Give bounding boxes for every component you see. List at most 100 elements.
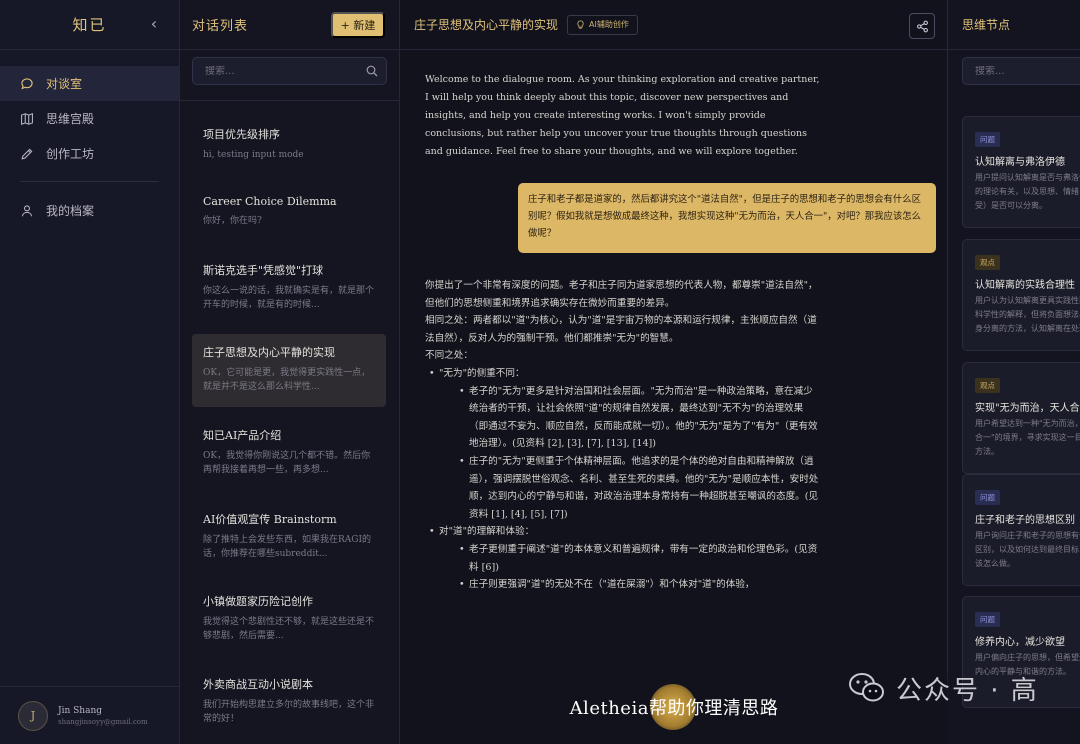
list-item: 老子的"无为"更多是针对治国和社会层面。"无为而治"是一种政治策略，意在减少统治… bbox=[459, 383, 820, 453]
user-profile[interactable]: J Jin Shang shangjinsoyy@gmail.com bbox=[0, 686, 179, 744]
sidebar-nav: 对谈室 思维宫殿 创作工坊 我的档案 bbox=[0, 50, 179, 228]
conversation-title: 小镇做题家历险记创作 bbox=[203, 595, 313, 608]
node-search bbox=[962, 57, 1080, 85]
sidebar-item-profile[interactable]: 我的档案 bbox=[0, 193, 179, 228]
conversation-item[interactable]: 知已AI产品介绍 OK，我觉得你刚说这几个都不错。然后你再帮我接着再想一些，再多… bbox=[192, 417, 386, 490]
conversation-list-title: 对话列表 bbox=[192, 19, 249, 34]
node-title: 认知解离的实践合理性 bbox=[975, 280, 1075, 291]
sidebar-item-label: 创作工坊 bbox=[46, 147, 95, 161]
node-text: 用户认为认知解离更具实践性而非科学性的解释，但将负面想法与自身分离的方法，认知解… bbox=[975, 296, 1080, 333]
conversation-item[interactable]: 斯诺克选手"凭感觉"打球 你这么一说的话，我就确实是有，就是那个开车的时候，就是… bbox=[192, 252, 386, 325]
conversation-search bbox=[192, 57, 387, 85]
share-icon bbox=[916, 20, 928, 32]
thought-nodes-header: 思维节点 bbox=[948, 0, 1080, 50]
node-tag: 观点 bbox=[975, 378, 1000, 393]
ai-assist-badge: AI辅助创作 bbox=[567, 14, 638, 35]
conversation-title: 知已AI产品介绍 bbox=[203, 429, 282, 442]
node-title: 修养内心，减少欲望 bbox=[975, 637, 1065, 648]
sidebar-item-label: 思维宫殿 bbox=[46, 112, 95, 126]
conversation-title: 项目优先级排序 bbox=[203, 128, 280, 141]
conversation-title: 斯诺克选手"凭感觉"打球 bbox=[203, 264, 324, 277]
share-button[interactable] bbox=[909, 13, 935, 39]
app-window: 知已 ‹ 对谈室 思维宫殿 创作工坊 我的档案 J Jin Shang shan… bbox=[0, 0, 1080, 744]
conversation-item[interactable]: 小镇做题家历险记创作 我觉得这个悲剧性还不够，就是这些还是不够悲剧，然后需要..… bbox=[192, 583, 386, 656]
assistant-reply: 你提出了一个非常有深度的问题。老子和庄子同为道家思想的代表人物，都尊崇"道法自然… bbox=[425, 277, 820, 594]
thought-nodes-title: 思维节点 bbox=[962, 18, 1011, 32]
node-tag: 问题 bbox=[975, 132, 1000, 147]
new-conversation-button[interactable]: + 新建 bbox=[331, 12, 385, 38]
reply-point-title: "无为"的侧重不同： bbox=[439, 367, 525, 379]
sidebar-item-label: 我的档案 bbox=[46, 204, 95, 218]
chat-bubble-icon bbox=[21, 77, 33, 89]
conversation-snippet: OK，我觉得你刚说这几个都不错。然后你再帮我接着再想一些，再多想... bbox=[203, 451, 371, 475]
pencil-icon bbox=[21, 148, 33, 160]
sidebar: 知已 ‹ 对谈室 思维宫殿 创作工坊 我的档案 J Jin Shang shan… bbox=[0, 0, 180, 744]
wechat-icon bbox=[849, 673, 884, 702]
node-search-input[interactable] bbox=[975, 65, 1080, 77]
chat-header: 庄子思想及内心平静的实现 AI辅助创作 bbox=[400, 0, 947, 50]
sidebar-item-workshop[interactable]: 创作工坊 bbox=[0, 136, 179, 171]
conversation-item-active[interactable]: 庄子思想及内心平静的实现 OK，它可能是更，我觉得更实践性一点，就是并不是这么那… bbox=[192, 334, 386, 407]
reply-similarities: 相同之处：两者都以"道"为核心，认为"道"是宇宙万物的本源和运行规律，主张顺应自… bbox=[425, 315, 817, 344]
lightbulb-icon bbox=[577, 20, 584, 29]
conversation-list-header: 对话列表 + 新建 bbox=[180, 0, 399, 50]
user-email: shangjinsoyy@gmail.com bbox=[58, 717, 148, 726]
thought-nodes-panel: 思维节点 问题 认知解离与弗洛伊德 用户提问认知解离是否与弗洛伊德的理论有关，以… bbox=[948, 0, 1080, 744]
reply-difference-list: "无为"的侧重不同： 老子的"无为"更多是针对治国和社会层面。"无为而治"是一种… bbox=[425, 365, 820, 594]
brand-logo-text: 知已 bbox=[72, 16, 107, 34]
conversation-title: Career Choice Dilemma bbox=[203, 195, 337, 208]
list-divider bbox=[180, 100, 399, 101]
watermark-text: 公众号 · 高 bbox=[896, 675, 1039, 706]
list-item: 老子更侧重于阐述"道"的本体意义和普遍规律，带有一定的政治和伦理色彩。(见资料 … bbox=[459, 541, 820, 576]
node-title: 庄子和老子的思想区别 bbox=[975, 515, 1075, 526]
list-item: 对"道"的理解和体验： 老子更侧重于阐述"道"的本体意义和普遍规律，带有一定的政… bbox=[429, 523, 820, 594]
thought-node-card[interactable]: 问题 庄子和老子的思想区别 用户询问庄子和老子的思想有什么区别，以及如何达到最终… bbox=[962, 474, 1080, 586]
node-title: 实现"无为而治，天人合一" bbox=[975, 403, 1080, 414]
conversation-snippet: 你好，你在吗? bbox=[203, 216, 262, 226]
conversation-item[interactable]: 外卖商战互动小说剧本 我们开始构思建立多尔的故事线吧，这个非常的好！ bbox=[192, 666, 386, 739]
user-message-bubble: 庄子和老子都是道家的，然后都讲究这个"道法自然"，但是庄子的思想和老子的思想会有… bbox=[518, 183, 936, 253]
sidebar-item-dialogue-room[interactable]: 对谈室 bbox=[0, 66, 179, 101]
conversation-search-input[interactable] bbox=[205, 65, 366, 77]
sidebar-item-label: 对谈室 bbox=[46, 77, 83, 91]
conversation-item[interactable]: AI价值观宣传 Brainstorm 除了推特上会发些东西，如果我在RAGI的话… bbox=[192, 501, 386, 574]
chat-title: 庄子思想及内心平静的实现 bbox=[414, 18, 559, 32]
list-item: 庄子的"无为"更侧重于个体精神层面。他追求的是个体的绝对自由和精神解放（逍遥），… bbox=[459, 453, 820, 523]
conversation-snippet: hi, testing input mode bbox=[203, 150, 304, 160]
sidebar-header: 知已 ‹ bbox=[0, 0, 179, 50]
conversation-title: 外卖商战互动小说剧本 bbox=[203, 678, 313, 691]
wechat-watermark: 公众号 · 高 bbox=[848, 668, 1039, 708]
conversation-snippet: OK，它可能是更，我觉得更实践性一点，就是并不是这么那么科学性... bbox=[203, 368, 371, 392]
chat-panel: 庄子思想及内心平静的实现 AI辅助创作 Welcome to the dialo… bbox=[400, 0, 948, 744]
conversation-item[interactable]: Career Choice Dilemma 你好，你在吗? bbox=[192, 185, 386, 258]
conversation-list: 对话列表 + 新建 项目优先级排序 hi, testing input mode… bbox=[180, 0, 400, 744]
conversation-snippet: 除了推特上会发些东西，如果我在RAGI的话，你推荐在哪些subreddit... bbox=[203, 535, 372, 559]
avatar: J bbox=[18, 700, 48, 731]
thought-node-card[interactable]: 观点 实现"无为而治，天人合一" 用户希望达到一种"无为而治，天人合一"的境界，… bbox=[962, 362, 1080, 474]
map-icon bbox=[21, 112, 33, 125]
collapse-sidebar-icon[interactable]: ‹ bbox=[145, 15, 163, 33]
user-name: Jin Shang bbox=[58, 705, 103, 716]
conversation-snippet: 我们开始构思建立多尔的故事线吧，这个非常的好！ bbox=[203, 700, 375, 724]
conversation-item[interactable]: 项目优先级排序 hi, testing input mode bbox=[192, 116, 386, 189]
reply-point-title: 对"道"的理解和体验： bbox=[439, 526, 535, 538]
conversation-snippet: 我觉得这个悲剧性还不够，就是这些还是不够悲剧，然后需要... bbox=[203, 617, 375, 641]
list-item: "无为"的侧重不同： 老子的"无为"更多是针对治国和社会层面。"无为而治"是一种… bbox=[429, 365, 820, 523]
thought-node-card[interactable]: 问题 认知解离与弗洛伊德 用户提问认知解离是否与弗洛伊德的理论有关，以及思想、情… bbox=[962, 116, 1080, 228]
node-text: 用户提问认知解离是否与弗洛伊德的理论有关，以及思想、情绪（感受）是否可以分离。 bbox=[975, 173, 1080, 210]
thought-node-card[interactable]: 观点 认知解离的实践合理性 用户认为认知解离更具实践性而非科学性的解释，但将负面… bbox=[962, 239, 1080, 351]
conversation-title: AI价值观宣传 Brainstorm bbox=[203, 513, 337, 526]
search-icon[interactable] bbox=[366, 65, 378, 77]
sidebar-item-mind-palace[interactable]: 思维宫殿 bbox=[0, 101, 179, 136]
node-title: 认知解离与弗洛伊德 bbox=[975, 157, 1065, 168]
ai-assist-badge-label: AI辅助创作 bbox=[589, 20, 629, 29]
node-text: 用户希望达到一种"无为而治，天人合一"的境界，寻求实现这一目标的方法。 bbox=[975, 419, 1080, 456]
node-tag: 观点 bbox=[975, 255, 1000, 270]
conversation-title: 庄子思想及内心平静的实现 bbox=[203, 346, 335, 359]
node-text: 用户询问庄子和老子的思想有什么区别，以及如何达到最终目标，应该怎么做。 bbox=[975, 531, 1080, 568]
list-item: 庄子则更强调"道"的无处不在（"道在屎溺"）和个体对"道"的体验， bbox=[459, 576, 820, 594]
reply-intro: 你提出了一个非常有深度的问题。老子和庄子同为道家思想的代表人物，都尊崇"道法自然… bbox=[425, 280, 818, 309]
reply-differences-heading: 不同之处： bbox=[425, 350, 473, 362]
node-tag: 问题 bbox=[975, 612, 1000, 627]
user-icon bbox=[21, 204, 33, 216]
